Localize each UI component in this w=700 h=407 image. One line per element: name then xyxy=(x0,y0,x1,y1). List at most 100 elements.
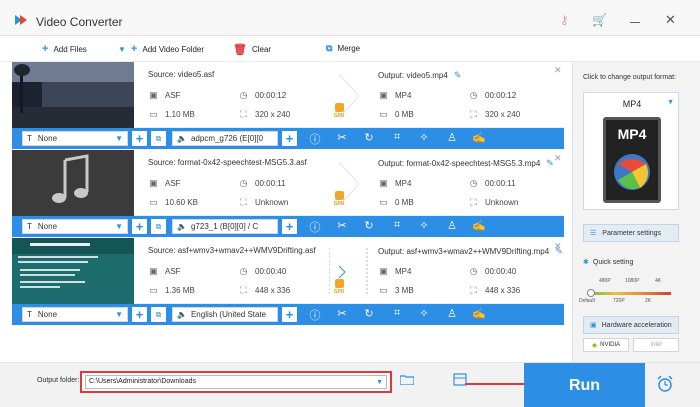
item-toolbar: T None ▼ + ⧉ 🔈 adpcm_g726 (E[0][0 + ⓘ ✂ ↻ ⌗… xyxy=(12,128,564,149)
add-audio-button[interactable]: + xyxy=(282,307,297,322)
folder-icon: ▭ xyxy=(149,109,158,119)
open-folder-icon[interactable] xyxy=(400,375,414,385)
crop-icon[interactable]: ⌗ xyxy=(390,219,404,232)
subtitle-select[interactable]: T None ▼ xyxy=(22,131,128,146)
text-icon: T xyxy=(27,310,32,319)
title-bar: Video Converter ⚷ 🛒 ✕ xyxy=(0,0,700,36)
bottom-bar: Output folder: C:\Users\Administrator\Do… xyxy=(0,362,700,407)
tick-720p: 720P xyxy=(613,298,625,304)
clear-button[interactable]: 🗑 Clear xyxy=(233,43,271,56)
source-format: ▣ ASF xyxy=(149,266,181,276)
source-resolution: ⛶ 320 x 240 xyxy=(238,109,290,120)
merge-label: Merge xyxy=(337,44,361,53)
audio-thumbnail[interactable] xyxy=(12,150,134,216)
output-format: ▣ MP4 xyxy=(379,90,412,100)
intel-button[interactable]: Intel xyxy=(633,338,679,352)
scissors-icon[interactable]: ✂ xyxy=(335,219,349,232)
add-video-folder-button[interactable]: ▼ + Add Video Folder xyxy=(118,43,204,55)
watermark-icon[interactable]: ♙ xyxy=(445,131,459,144)
audio-track-select[interactable]: 🔈 English (United State xyxy=(172,307,278,322)
add-subtitle-button[interactable]: + xyxy=(132,307,147,322)
nvidia-button[interactable]: ◉ NVIDIA xyxy=(583,338,629,352)
add-files-button[interactable]: + Add Files xyxy=(42,43,87,55)
output-resolution: ⛶ 320 x 240 xyxy=(468,109,520,120)
hardware-acceleration-toggle[interactable]: ▣ Hardware acceleration xyxy=(583,316,679,334)
format-icon: ▣ xyxy=(149,90,158,100)
effects-icon[interactable]: ✧ xyxy=(417,219,431,232)
gpu-badge: GPU xyxy=(332,279,346,295)
close-button[interactable]: ✕ xyxy=(665,12,676,28)
info-icon[interactable]: ⓘ xyxy=(308,219,322,235)
source-size: ▭ 1.36 MB xyxy=(149,285,195,295)
folder-icon: ▭ xyxy=(379,197,388,207)
item-toolbar: T None ▼ + ⧉ 🔈 g723_1 (B[0][0] / C + ⓘ ✂ ↻ … xyxy=(12,216,564,237)
resolution-icon: ⛶ xyxy=(240,285,247,295)
chip-icon: ▣ xyxy=(590,322,597,329)
edit-icon[interactable]: ✍ xyxy=(472,131,486,144)
add-subtitle-button[interactable]: + xyxy=(132,219,147,234)
alarm-clock-icon[interactable] xyxy=(656,375,674,393)
output-filename: Output: format-0x42-speechtest-MSG5.3.mp… xyxy=(378,158,554,168)
slider-knob[interactable] xyxy=(587,289,595,297)
add-audio-button[interactable]: + xyxy=(282,131,297,146)
folder-icon: ▭ xyxy=(149,197,158,207)
link-icon[interactable]: ⧉ xyxy=(151,219,166,234)
tick-2k: 2K xyxy=(645,298,652,304)
pencil-icon[interactable]: ✎ xyxy=(546,158,554,168)
effects-icon[interactable]: ✧ xyxy=(417,307,431,320)
merge-button[interactable]: ⧉ Merge xyxy=(326,43,360,54)
chevron-down-icon[interactable]: ▼ xyxy=(376,377,383,389)
output-format-label: Click to change output format: xyxy=(583,74,676,81)
rotate-icon[interactable]: ↻ xyxy=(362,307,376,320)
crop-icon[interactable]: ⌗ xyxy=(390,131,404,144)
link-icon[interactable]: ⧉ xyxy=(151,131,166,146)
scissors-icon[interactable]: ✂ xyxy=(335,131,349,144)
output-resolution: ⛶ Unknown xyxy=(468,197,518,208)
resolution-icon: ⛶ xyxy=(470,285,477,295)
format-icon: ▣ xyxy=(149,266,158,276)
rotate-icon[interactable]: ↻ xyxy=(362,131,376,144)
subtitle-select[interactable]: T None ▼ xyxy=(22,219,128,234)
edit-icon[interactable]: ✍ xyxy=(472,307,486,320)
run-button[interactable]: Run xyxy=(524,363,645,407)
speaker-icon: 🔈 xyxy=(177,134,187,143)
file-info: Source: asf+wmv3+wmav2++WMV9Drifting.asf… xyxy=(134,238,564,304)
remove-icon[interactable]: ✕ xyxy=(554,241,562,252)
add-video-folder-label: Add Video Folder xyxy=(142,44,205,54)
add-subtitle-button[interactable]: + xyxy=(132,131,147,146)
effects-icon[interactable]: ✧ xyxy=(417,131,431,144)
output-folder-input[interactable]: C:\Users\Administrator\Downloads ▼ xyxy=(85,375,387,389)
quality-slider[interactable] xyxy=(587,289,671,297)
source-resolution: ⛶ Unknown xyxy=(238,197,288,208)
rotate-icon[interactable]: ↻ xyxy=(362,219,376,232)
audio-track-select[interactable]: 🔈 adpcm_g726 (E[0][0 xyxy=(172,131,278,146)
cart-icon[interactable]: 🛒 xyxy=(592,13,607,27)
output-size: ▭ 0 MB xyxy=(379,109,414,119)
add-audio-button[interactable]: + xyxy=(282,219,297,234)
edit-icon[interactable]: ✍ xyxy=(472,219,486,232)
parameter-settings-button[interactable]: ☰ Parameter settings xyxy=(583,224,679,242)
crop-icon[interactable]: ⌗ xyxy=(390,307,404,320)
remove-icon[interactable]: ✕ xyxy=(554,65,562,76)
source-filename: Source: asf+wmv3+wmav2++WMV9Drifting.asf xyxy=(148,246,316,255)
toolbar: + Add Files ▼ + Add Video Folder 🗑 Clear… xyxy=(0,36,700,62)
remove-icon[interactable]: ✕ xyxy=(554,153,562,164)
watermark-icon[interactable]: ♙ xyxy=(445,219,459,232)
subtitle-select[interactable]: T None ▼ xyxy=(22,307,128,322)
watermark-icon[interactable]: ♙ xyxy=(445,307,459,320)
list-item: Source: asf+wmv3+wmav2++WMV9Drifting.asf… xyxy=(12,238,564,326)
output-format-selector[interactable]: MP4 ▼ MP4 xyxy=(583,92,679,210)
pencil-icon[interactable]: ✎ xyxy=(454,70,462,80)
video-thumbnail[interactable] xyxy=(12,62,134,128)
scissors-icon[interactable]: ✂ xyxy=(335,307,349,320)
info-icon[interactable]: ⓘ xyxy=(308,307,322,323)
link-icon[interactable]: ⧉ xyxy=(151,307,166,322)
minimize-button[interactable] xyxy=(630,22,640,23)
output-resolution: ⛶ 448 x 336 xyxy=(468,285,520,296)
key-icon[interactable]: ⚷ xyxy=(560,13,569,27)
info-icon[interactable]: ⓘ xyxy=(308,131,322,147)
clock-icon: ◷ xyxy=(469,266,478,276)
output-filename: Output: video5.mp4 ✎ xyxy=(378,70,462,80)
audio-track-select[interactable]: 🔈 g723_1 (B[0][0] / C xyxy=(172,219,278,234)
video-thumbnail[interactable] xyxy=(12,238,134,304)
